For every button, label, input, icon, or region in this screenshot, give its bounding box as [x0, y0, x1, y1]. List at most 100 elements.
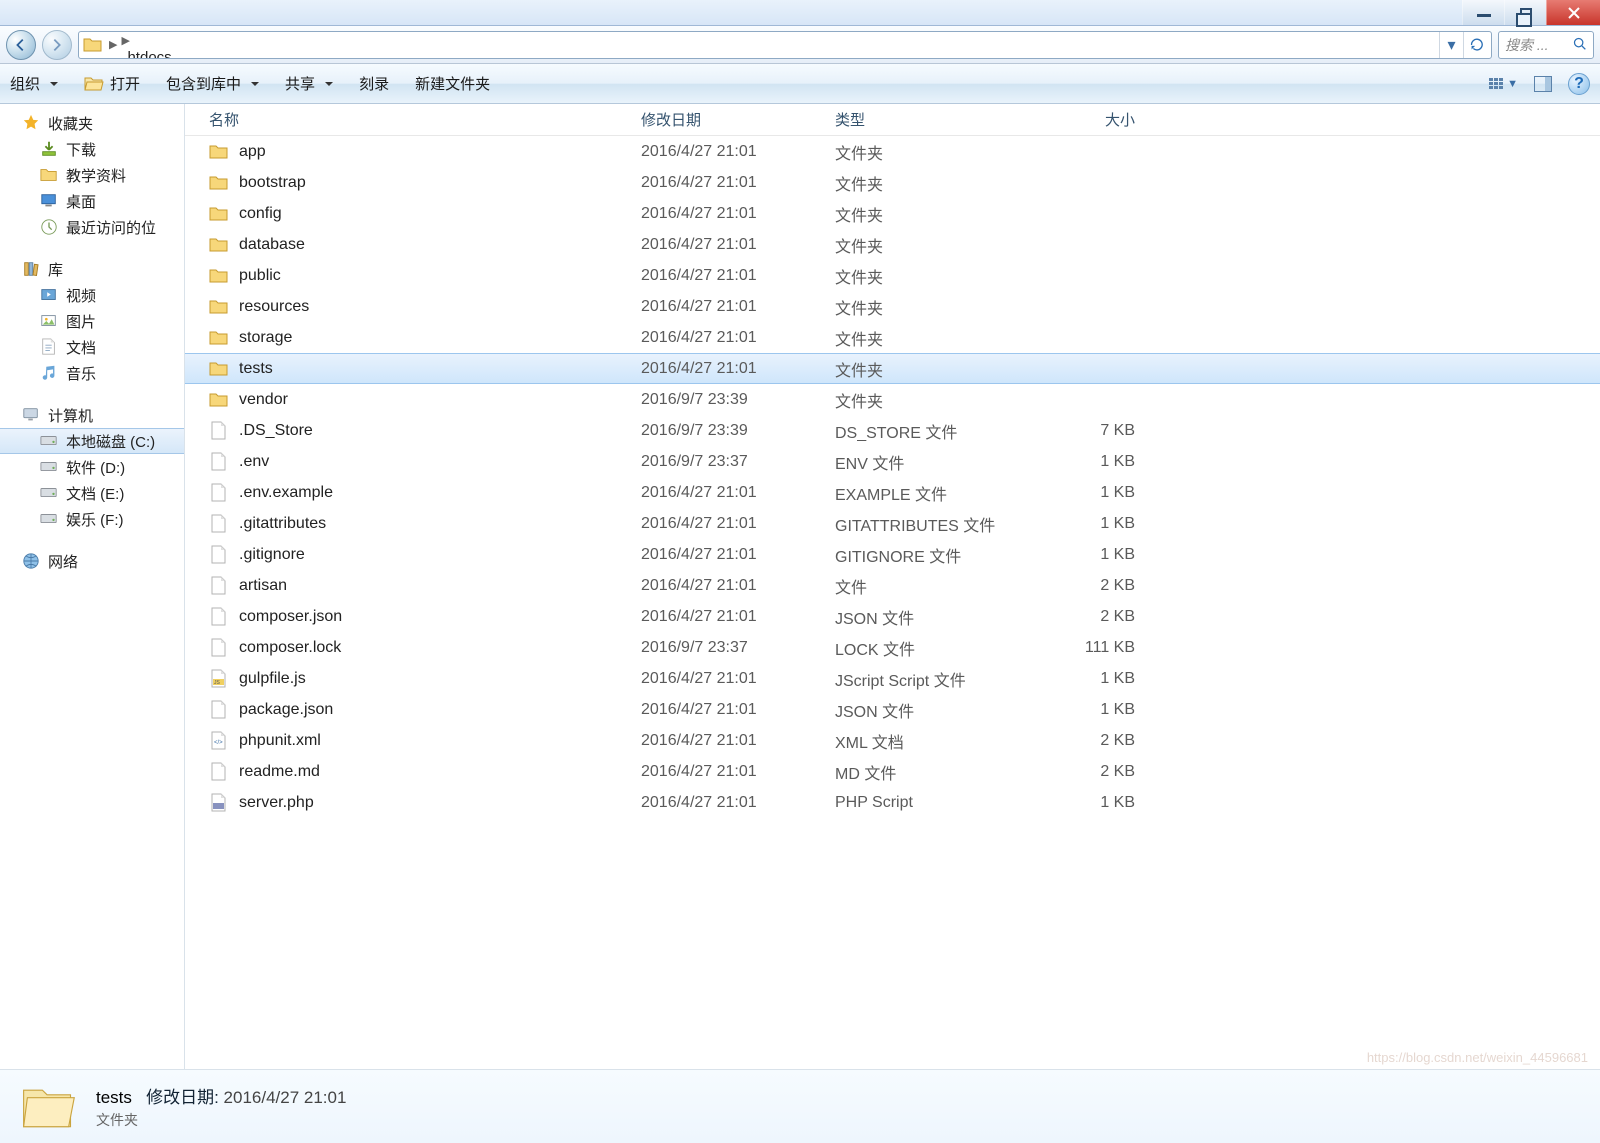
file-name: bootstrap — [239, 174, 306, 192]
file-date: 2016/4/27 21:01 — [641, 794, 835, 812]
file-type: 文件夹 — [835, 264, 1029, 288]
file-row[interactable]: vendor 2016/9/7 23:39 文件夹 — [185, 384, 1600, 415]
file-row[interactable]: resources 2016/4/27 21:01 文件夹 — [185, 291, 1600, 322]
tree-item[interactable]: 娱乐 (F:) — [0, 506, 184, 532]
file-row[interactable]: storage 2016/4/27 21:01 文件夹 — [185, 322, 1600, 353]
details-type: 文件夹 — [96, 1112, 138, 1128]
maximize-button[interactable] — [1504, 0, 1546, 25]
file-row[interactable]: .gitignore 2016/4/27 21:01 GITIGNORE 文件 … — [185, 539, 1600, 570]
breadcrumb-sep[interactable]: ▶ — [107, 38, 119, 51]
drive-icon — [40, 484, 58, 502]
file-list: 名称 修改日期 类型 大小 app 2016/4/27 21:01 文件夹 bo… — [185, 104, 1600, 1069]
file-row[interactable]: composer.lock 2016/9/7 23:37 LOCK 文件 111… — [185, 632, 1600, 663]
address-bar[interactable]: ▶ 计算机▶本地磁盘 (C:)▶xampp▶htdocs▶PHPprimary▶… — [78, 31, 1492, 59]
tree-item[interactable]: 图片 — [0, 308, 184, 334]
file-icon — [209, 638, 229, 658]
file-row[interactable]: readme.md 2016/4/27 21:01 MD 文件 2 KB — [185, 756, 1600, 787]
drive-icon — [40, 458, 58, 476]
view-options[interactable]: ▼ — [1489, 78, 1518, 90]
file-row[interactable]: database 2016/4/27 21:01 文件夹 — [185, 229, 1600, 260]
file-name: resources — [239, 298, 309, 316]
address-dropdown[interactable]: ▾ — [1439, 32, 1463, 58]
col-date[interactable]: 修改日期 — [641, 109, 835, 130]
close-button[interactable] — [1546, 0, 1600, 25]
file-date: 2016/4/27 21:01 — [641, 267, 835, 285]
file-row[interactable]: composer.json 2016/4/27 21:01 JSON 文件 2 … — [185, 601, 1600, 632]
breadcrumb-item[interactable]: htdocs — [119, 49, 224, 59]
tree-item[interactable]: 计算机 — [0, 402, 184, 428]
file-row[interactable]: artisan 2016/4/27 21:01 文件 2 KB — [185, 570, 1600, 601]
network-icon — [22, 552, 40, 570]
tree-item[interactable]: 音乐 — [0, 360, 184, 386]
tree-item[interactable]: 桌面 — [0, 188, 184, 214]
file-row[interactable]: app 2016/4/27 21:01 文件夹 — [185, 136, 1600, 167]
file-date: 2016/4/27 21:01 — [641, 732, 835, 750]
file-icon — [209, 762, 229, 782]
file-type: 文件夹 — [835, 388, 1029, 412]
file-row[interactable]: server.php 2016/4/27 21:01 PHP Script 1 … — [185, 787, 1600, 818]
tree-item[interactable]: 收藏夹 — [0, 110, 184, 136]
include-in-library-menu[interactable]: 包含到库中 — [166, 73, 259, 94]
refresh-button[interactable] — [1463, 32, 1487, 58]
file-date: 2016/4/27 21:01 — [641, 174, 835, 192]
watermark: https://blog.csdn.net/weixin_44596681 — [1367, 1050, 1588, 1065]
open-button[interactable]: 打开 — [84, 73, 140, 94]
file-row[interactable]: tests 2016/4/27 21:01 文件夹 — [185, 353, 1600, 384]
file-row[interactable]: .env 2016/9/7 23:37 ENV 文件 1 KB — [185, 446, 1600, 477]
arrow-left-icon — [13, 37, 29, 53]
file-type: JSON 文件 — [835, 605, 1029, 629]
burn-button[interactable]: 刻录 — [359, 73, 389, 94]
tree-item[interactable]: 本地磁盘 (C:) — [0, 428, 184, 454]
file-row[interactable]: config 2016/4/27 21:01 文件夹 — [185, 198, 1600, 229]
col-name[interactable]: 名称 — [209, 109, 641, 130]
file-type: PHP Script — [835, 794, 1029, 812]
tree-item[interactable]: 库 — [0, 256, 184, 282]
tree-item[interactable]: 软件 (D:) — [0, 454, 184, 480]
file-row[interactable]: .env.example 2016/4/27 21:01 EXAMPLE 文件 … — [185, 477, 1600, 508]
organize-menu[interactable]: 组织 — [10, 73, 58, 94]
tree-item[interactable]: 网络 — [0, 548, 184, 574]
file-date: 2016/4/27 21:01 — [641, 143, 835, 161]
file-row[interactable]: .gitattributes 2016/4/27 21:01 GITATTRIB… — [185, 508, 1600, 539]
tree-item[interactable]: 教学资料 — [0, 162, 184, 188]
file-row[interactable]: gulpfile.js 2016/4/27 21:01 JScript Scri… — [185, 663, 1600, 694]
file-row[interactable]: phpunit.xml 2016/4/27 21:01 XML 文档 2 KB — [185, 725, 1600, 756]
preview-pane-toggle[interactable] — [1534, 76, 1552, 92]
tree-item[interactable]: 下载 — [0, 136, 184, 162]
back-button[interactable] — [6, 30, 36, 60]
file-type: ENV 文件 — [835, 450, 1029, 474]
file-row[interactable]: public 2016/4/27 21:01 文件夹 — [185, 260, 1600, 291]
tree-item[interactable]: 最近访问的位 — [0, 214, 184, 240]
col-size[interactable]: 大小 — [1029, 109, 1149, 130]
folder-icon — [209, 297, 229, 317]
file-row[interactable]: .DS_Store 2016/9/7 23:39 DS_STORE 文件 7 K… — [185, 415, 1600, 446]
column-headers[interactable]: 名称 修改日期 类型 大小 — [185, 104, 1600, 136]
help-button[interactable]: ? — [1568, 73, 1590, 95]
tree-item[interactable]: 文档 (E:) — [0, 480, 184, 506]
navbar: ▶ 计算机▶本地磁盘 (C:)▶xampp▶htdocs▶PHPprimary▶… — [0, 26, 1600, 64]
file-name: app — [239, 143, 266, 161]
tree-item[interactable]: 文档 — [0, 334, 184, 360]
search-input[interactable]: 搜索 ... — [1498, 31, 1594, 59]
share-menu[interactable]: 共享 — [285, 73, 333, 94]
sidebar: 收藏夹下载教学资料桌面最近访问的位 库视频图片文档音乐 计算机本地磁盘 (C:)… — [0, 104, 185, 1069]
search-icon — [1572, 36, 1587, 54]
tree-item[interactable]: 视频 — [0, 282, 184, 308]
breadcrumb-sep[interactable]: ▶ — [119, 35, 131, 47]
folder-icon — [209, 266, 229, 286]
forward-button[interactable] — [42, 30, 72, 60]
file-icon — [209, 576, 229, 596]
new-folder-button[interactable]: 新建文件夹 — [415, 73, 490, 94]
col-type[interactable]: 类型 — [835, 109, 1029, 130]
minimize-button[interactable] — [1462, 0, 1504, 25]
music-icon — [40, 364, 58, 382]
file-date: 2016/4/27 21:01 — [641, 577, 835, 595]
folder-icon — [40, 166, 58, 184]
file-row[interactable]: bootstrap 2016/4/27 21:01 文件夹 — [185, 167, 1600, 198]
file-name: readme.md — [239, 763, 320, 781]
folder-icon — [209, 328, 229, 348]
file-name: tests — [239, 360, 273, 378]
desktop-icon — [40, 192, 58, 210]
file-name: storage — [239, 329, 292, 347]
file-row[interactable]: package.json 2016/4/27 21:01 JSON 文件 1 K… — [185, 694, 1600, 725]
